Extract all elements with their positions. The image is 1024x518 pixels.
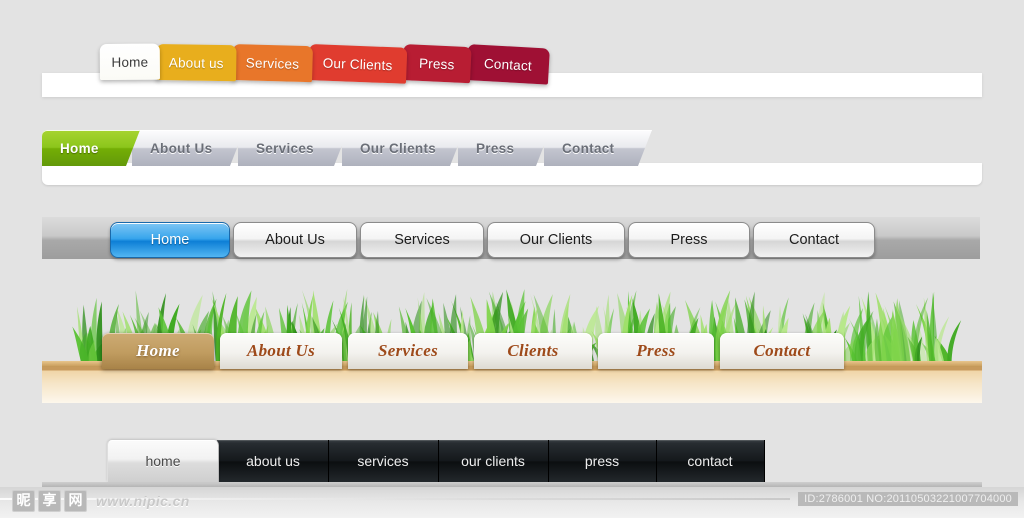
- menu1-tab-home[interactable]: Home: [99, 43, 160, 80]
- menu4-strip: Home About Us Services Clients Press Contact: [42, 285, 982, 403]
- menu4-tab-label: Home: [136, 341, 180, 360]
- menu4-tab-label: Services: [378, 341, 438, 360]
- menu-silver-green-tabs: Home About Us Services Our Clients Press Cont…: [0, 120, 1024, 190]
- menu4-tab-label: Contact: [753, 341, 811, 360]
- logo-char-3: 网: [64, 490, 87, 512]
- menu3-button-press[interactable]: Press: [628, 222, 750, 258]
- menu3-button-label: About Us: [265, 232, 325, 248]
- menu3-button-label: Our Clients: [519, 232, 593, 248]
- menu2-tab-services[interactable]: Services: [238, 130, 348, 166]
- page-canvas: Home About us Services Our Clients Press Cont…: [0, 0, 1024, 518]
- menu1-tab-press[interactable]: Press: [402, 44, 472, 84]
- menu1-tab-label: About us: [168, 54, 224, 71]
- menu5-tab-home[interactable]: home: [107, 440, 219, 482]
- menu-colored-folder-tabs: Home About us Services Our Clients Press Cont…: [0, 0, 1024, 110]
- menu3-button-our-clients[interactable]: Our Clients: [487, 222, 625, 258]
- menu3-button-label: Home: [150, 232, 190, 248]
- menu2-tab-label: Press: [476, 140, 515, 156]
- menu2-tab-label: Our Clients: [360, 140, 437, 156]
- menu4-tab-label: Press: [636, 341, 676, 360]
- menu5-tab-label: press: [584, 453, 620, 469]
- menu5-tab-label: about us: [246, 453, 300, 469]
- menu1-tab-our-clients[interactable]: Our Clients: [308, 44, 408, 84]
- logo-char-2: 享: [38, 490, 61, 512]
- menu2-tab-press[interactable]: Press: [458, 130, 550, 166]
- menu1-tab-about-us[interactable]: About us: [156, 44, 237, 82]
- menu4-tab-contact[interactable]: Contact: [720, 333, 844, 369]
- menu2-tab-home[interactable]: Home: [42, 130, 140, 166]
- menu5-tab-label: services: [357, 453, 409, 469]
- menu1-tab-label: Press: [418, 55, 455, 72]
- menu-aqua-pill-buttons: Home About Us Services Our Clients Press Cont…: [0, 205, 1024, 270]
- menu4-tab-home[interactable]: Home: [102, 333, 214, 369]
- menu5-tab-our-clients[interactable]: our clients: [437, 440, 549, 482]
- image-id-badge: ID:2786001 NO:20110503221007704000: [798, 492, 1018, 506]
- menu4-tab-about-us[interactable]: About Us: [220, 333, 342, 369]
- menu4-tab-label: Clients: [507, 341, 559, 360]
- menu2-tab-label: Services: [256, 140, 314, 156]
- menu1-tab-label: Home: [111, 54, 149, 70]
- menu3-button-home[interactable]: Home: [110, 222, 230, 258]
- watermark-footer: 昵 享 网 www.nipic.cn ID:2786001 NO:2011050…: [0, 487, 1024, 518]
- logo-url: www.nipic.cn: [96, 493, 190, 509]
- menu5-tab-press[interactable]: press: [547, 440, 657, 482]
- menu2-content-bar: [42, 163, 982, 185]
- menu-grass-nature-tabs: Home About Us Services Clients Press Contact: [0, 285, 1024, 405]
- menu1-tab-label: Our Clients: [322, 55, 393, 73]
- menu4-tab-label: About Us: [246, 341, 316, 360]
- menu2-tab-about-us[interactable]: About Us: [132, 130, 244, 166]
- menu5-tab-label: contact: [687, 453, 733, 469]
- menu4-tab-press[interactable]: Press: [598, 333, 714, 369]
- menu-dark-metal-tabs: home about us services our clients press cont…: [0, 430, 1024, 491]
- menu4-tab-clients[interactable]: Clients: [474, 333, 592, 369]
- menu3-button-label: Press: [670, 232, 708, 248]
- menu2-tab-label: About Us: [150, 140, 213, 156]
- menu2-tab-label: Home: [60, 140, 99, 156]
- menu5-tab-label: our clients: [461, 453, 525, 469]
- menu4-content-bar: [42, 367, 982, 403]
- menu3-button-contact[interactable]: Contact: [753, 222, 875, 258]
- menu3-button-services[interactable]: Services: [360, 222, 484, 258]
- menu5-tab-contact[interactable]: contact: [655, 440, 765, 482]
- menu3-button-label: Contact: [789, 232, 839, 248]
- menu3-button-label: Services: [394, 232, 450, 248]
- menu5-tab-services[interactable]: services: [327, 440, 439, 482]
- menu5-tab-label: home: [145, 453, 181, 469]
- menu2-tab-label: Contact: [562, 140, 615, 156]
- menu1-tab-services[interactable]: Services: [232, 44, 313, 83]
- logo-char-1: 昵: [12, 490, 35, 512]
- nipic-logo: 昵 享 网 www.nipic.cn: [12, 490, 190, 512]
- menu3-button-about-us[interactable]: About Us: [233, 222, 357, 258]
- menu2-tab-our-clients[interactable]: Our Clients: [342, 130, 464, 166]
- menu1-tab-contact[interactable]: Contact: [466, 44, 550, 85]
- menu5-tab-about-us[interactable]: about us: [217, 440, 329, 482]
- menu1-tab-label: Contact: [483, 55, 533, 74]
- menu2-tab-contact[interactable]: Contact: [544, 130, 652, 166]
- menu4-tab-services[interactable]: Services: [348, 333, 468, 369]
- menu1-tab-label: Services: [245, 54, 300, 72]
